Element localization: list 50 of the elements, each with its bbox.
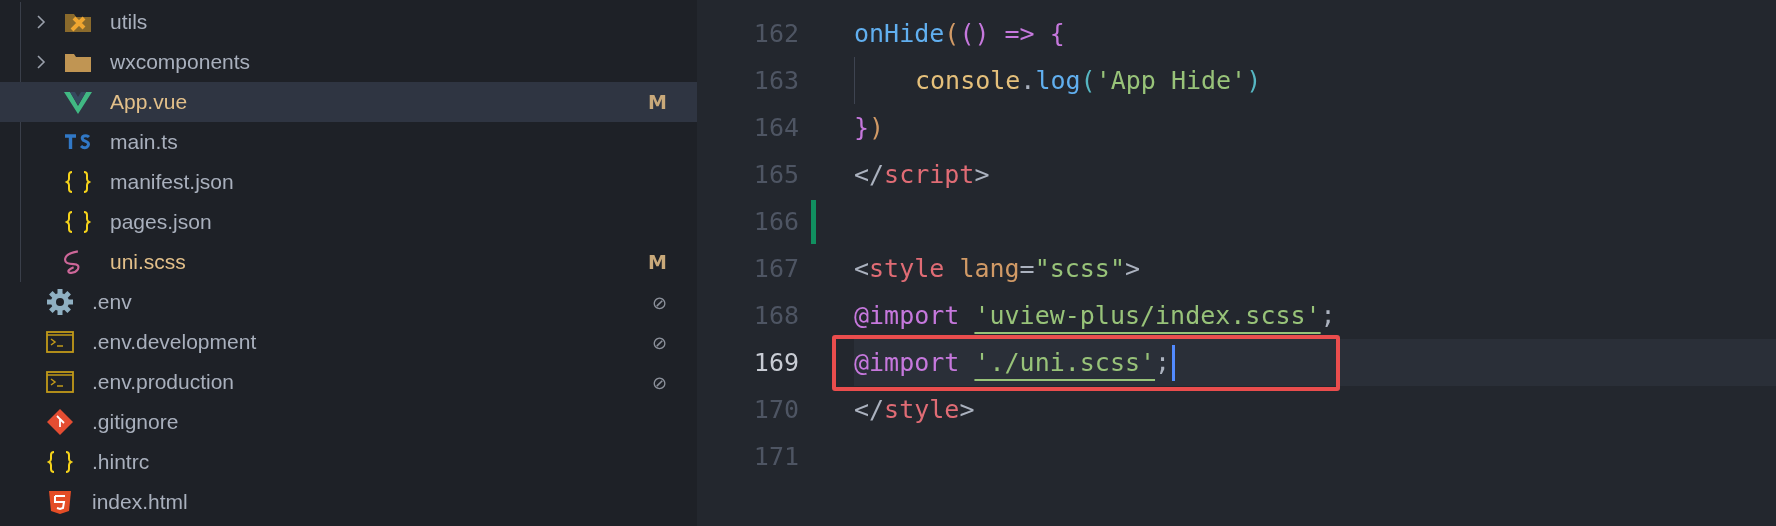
file-tree-item[interactable]: pages.json xyxy=(0,202,697,242)
line-number: 169 xyxy=(752,348,799,377)
braces-icon xyxy=(64,210,92,234)
file-tree-item[interactable]: main.ts xyxy=(0,122,697,162)
file-tree-item[interactable]: wxcomponents xyxy=(0,42,697,82)
file-tree-item[interactable]: App.vue M xyxy=(0,82,697,122)
git-status-label: ⊘ xyxy=(651,371,667,393)
file-name: utils xyxy=(110,10,149,34)
sass-logo-icon xyxy=(64,250,80,274)
file-name: .gitignore xyxy=(92,410,180,434)
code-line: @import './uni.scss'; xyxy=(854,348,1171,377)
file-tree-item[interactable]: uni.scss M xyxy=(0,242,697,282)
code-line: onHide(() => { xyxy=(854,19,1065,48)
code-line: </style> xyxy=(854,395,975,424)
file-tree-item[interactable]: .env.development ⊘ xyxy=(0,322,697,362)
file-name: pages.json xyxy=(110,210,213,234)
code-line: @import 'uview-plus/index.scss'; xyxy=(854,301,1336,330)
code-line: }) xyxy=(854,113,885,142)
terminal-icon xyxy=(46,370,74,394)
git-status-label: ⊘ xyxy=(651,291,667,313)
file-tree-item[interactable]: utils xyxy=(0,2,697,42)
vue-logo-icon xyxy=(64,90,92,114)
file-tree-item[interactable]: .env.production ⊘ xyxy=(0,362,697,402)
file-tree-item[interactable]: .env ⊘ xyxy=(0,282,697,322)
code-line: <style lang="scss"> xyxy=(854,254,1141,283)
braces-icon xyxy=(46,450,74,474)
file-name: uni.scss xyxy=(110,250,187,274)
file-name: wxcomponents xyxy=(110,50,252,74)
file-tree-item[interactable]: index.html xyxy=(0,482,697,522)
html-icon xyxy=(46,490,74,514)
file-name: manifest.json xyxy=(110,170,235,194)
git-icon xyxy=(46,408,74,436)
file-name: main.ts xyxy=(110,130,179,154)
file-name: .env.development xyxy=(92,330,258,354)
terminal-icon xyxy=(46,330,74,354)
file-tree-item[interactable]: .hintrc xyxy=(0,442,697,482)
file-name: .env xyxy=(92,290,133,314)
git-status-label: ⊘ xyxy=(651,331,667,353)
code-line: console.log('App Hide') xyxy=(915,66,1262,95)
file-tree-item[interactable]: .gitignore xyxy=(0,402,697,442)
file-name: App.vue xyxy=(110,90,189,114)
file-name: .env.production xyxy=(92,370,236,394)
braces-icon xyxy=(64,170,92,194)
code-line: </script> xyxy=(854,160,990,189)
file-name: .hintrc xyxy=(92,450,151,474)
file-name: index.html xyxy=(92,490,189,514)
file-tree-item[interactable]: manifest.json xyxy=(0,162,697,202)
gear-icon xyxy=(46,288,74,316)
git-status-label: M xyxy=(648,91,667,113)
git-status-label: M xyxy=(648,251,667,273)
